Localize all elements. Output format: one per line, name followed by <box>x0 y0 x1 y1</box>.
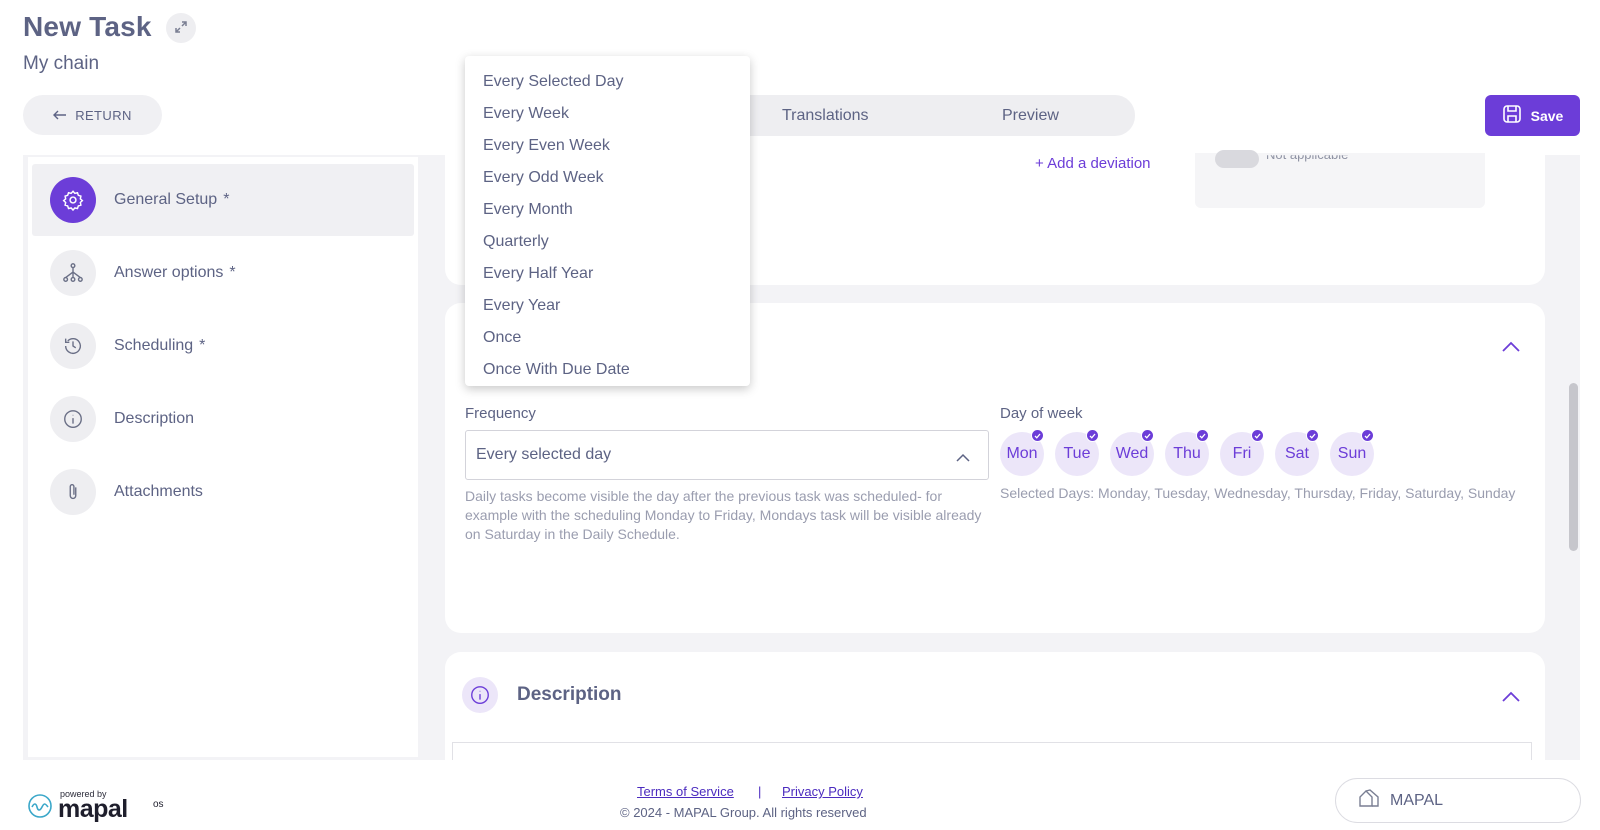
terms-of-service-link[interactable]: Terms of Service <box>637 784 734 799</box>
dropdown-option[interactable]: Every Year <box>483 297 560 315</box>
check-icon <box>1361 429 1374 442</box>
day-toggle-thu[interactable]: Thu <box>1165 429 1209 476</box>
chevron-up-icon <box>956 449 970 467</box>
day-label: Sun <box>1337 445 1367 462</box>
day-toggle-wed[interactable]: Wed <box>1110 429 1154 476</box>
dropdown-option[interactable]: Every Month <box>483 201 573 219</box>
dropdown-option[interactable]: Once <box>483 329 521 347</box>
sidebar-item-label: Answer options <box>114 264 224 281</box>
description-editor[interactable] <box>452 742 1532 760</box>
check-icon <box>1196 429 1209 442</box>
hierarchy-icon <box>50 250 96 296</box>
dropdown-option[interactable]: Every Even Week <box>483 137 610 155</box>
gear-icon <box>50 177 96 223</box>
mapal-logo-icon <box>27 793 53 824</box>
day-toggle-sun[interactable]: Sun <box>1330 429 1374 476</box>
info-icon <box>462 677 498 713</box>
frequency-value: Every selected day <box>476 446 612 463</box>
sidebar-item-attachments[interactable]: Attachments <box>32 456 414 528</box>
dropdown-option[interactable]: Every Selected Day <box>483 73 624 91</box>
day-label: Wed <box>1115 445 1149 462</box>
not-applicable-toggle[interactable] <box>1215 150 1259 168</box>
frequency-label: Frequency <box>465 405 536 422</box>
frequency-help-text: Daily tasks become visible the day after… <box>465 488 982 542</box>
save-label: Save <box>1530 107 1564 124</box>
dropdown-option[interactable]: Quarterly <box>483 233 549 251</box>
history-icon <box>50 323 96 369</box>
sidebar-item-scheduling[interactable]: Scheduling * <box>32 310 414 382</box>
dropdown-option[interactable]: Every Week <box>483 105 569 123</box>
copyright-text: © 2024 - MAPAL Group. All rights reserve… <box>620 805 867 820</box>
footer-separator: | <box>758 784 762 799</box>
return-button[interactable]: RETURN <box>23 95 162 135</box>
expand-icon <box>174 20 188 37</box>
organization-icon <box>1358 788 1380 813</box>
sidebar-item-description[interactable]: Description <box>32 383 414 455</box>
sidebar-item-label: General Setup <box>114 191 218 208</box>
return-label: RETURN <box>75 107 132 123</box>
tabs-bar: Translations Preview <box>710 95 1135 136</box>
sidebar: General Setup * Answer options * Schedul… <box>28 157 418 757</box>
paperclip-icon <box>50 469 96 515</box>
scrollbar-thumb[interactable] <box>1569 383 1578 551</box>
privacy-policy-link[interactable]: Privacy Policy <box>782 784 863 799</box>
selected-days-text: Selected Days: Monday, Tuesday, Wednesda… <box>1000 485 1516 501</box>
sidebar-item-label: Description <box>114 410 195 427</box>
required-marker: * <box>229 264 236 281</box>
info-icon <box>50 396 96 442</box>
day-toggle-fri[interactable]: Fri <box>1220 429 1264 476</box>
required-marker: * <box>199 337 206 354</box>
sidebar-item-label: Scheduling <box>114 337 194 354</box>
day-label: Fri <box>1232 445 1252 462</box>
page-subtitle: My chain <box>23 53 100 74</box>
expand-button[interactable] <box>166 13 196 43</box>
check-icon <box>1141 429 1154 442</box>
day-label: Tue <box>1063 445 1091 462</box>
day-toggle-tue[interactable]: Tue <box>1055 429 1099 476</box>
chevron-up-icon[interactable] <box>1500 690 1522 704</box>
frequency-dropdown-menu: Every Selected Day Every Week Every Even… <box>465 56 750 386</box>
check-icon <box>1086 429 1099 442</box>
required-marker: * <box>223 191 230 208</box>
day-label: Thu <box>1173 445 1201 462</box>
day-toggle-mon[interactable]: Mon <box>1000 429 1044 476</box>
description-title: Description <box>517 684 622 705</box>
organization-switcher[interactable]: MAPAL <box>1335 778 1581 823</box>
save-button[interactable]: Save <box>1485 95 1580 136</box>
sidebar-item-general-setup[interactable]: General Setup * <box>32 164 414 236</box>
day-label: Sat <box>1284 445 1309 462</box>
check-icon <box>1306 429 1319 442</box>
tab-translations[interactable]: Translations <box>782 107 869 125</box>
mapal-os-suffix: os <box>153 799 164 810</box>
tab-preview[interactable]: Preview <box>1002 107 1059 125</box>
dropdown-option[interactable]: Every Half Year <box>483 265 593 283</box>
chevron-up-icon[interactable] <box>1500 340 1522 354</box>
sidebar-item-answer-options[interactable]: Answer options * <box>32 237 414 309</box>
day-label: Mon <box>1006 445 1038 462</box>
check-icon <box>1251 429 1264 442</box>
dropdown-option[interactable]: Every Odd Week <box>483 169 604 187</box>
mapal-logo: mapal <box>58 795 128 823</box>
save-icon <box>1502 104 1522 127</box>
page-title: New Task <box>23 11 152 42</box>
arrow-left-icon <box>53 108 67 123</box>
dropdown-option[interactable]: Once With Due Date <box>483 361 630 379</box>
check-icon <box>1031 429 1044 442</box>
add-deviation-link[interactable]: + Add a deviation <box>1035 155 1151 172</box>
frequency-select[interactable]: Every selected day <box>465 430 989 480</box>
day-toggle-sat[interactable]: Sat <box>1275 429 1319 476</box>
day-of-week-label: Day of week <box>1000 405 1083 422</box>
organization-name: MAPAL <box>1390 791 1444 809</box>
sidebar-item-label: Attachments <box>114 483 203 500</box>
